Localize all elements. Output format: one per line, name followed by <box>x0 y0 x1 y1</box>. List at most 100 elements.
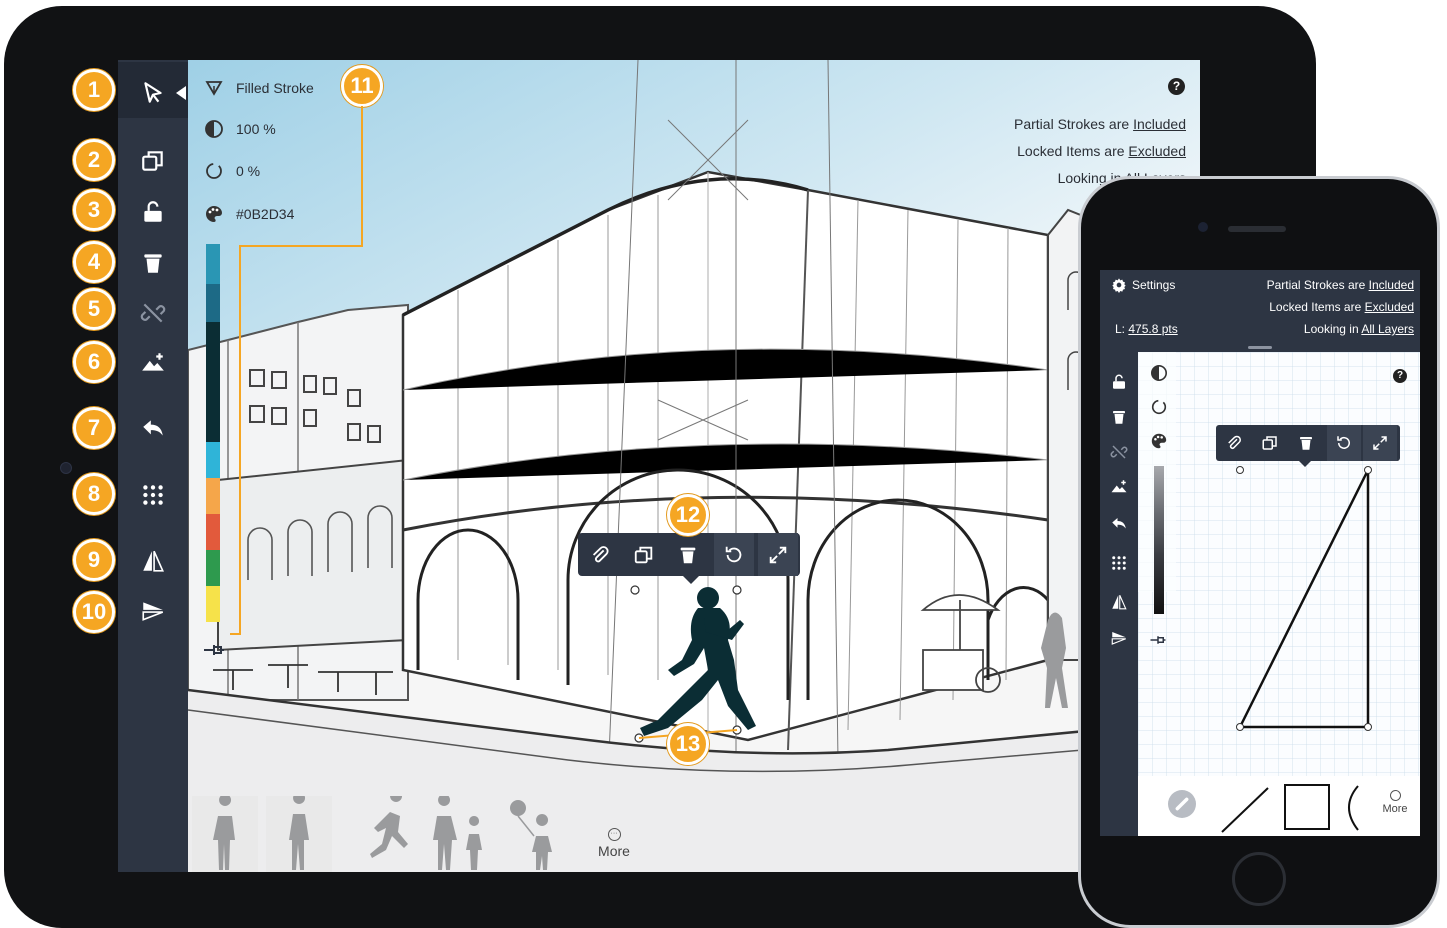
more-label: More <box>598 843 630 859</box>
iphone-settings-panel: Settings L: 475.8 pts Partial Strokes ar… <box>1100 270 1420 352</box>
callout-7: 7 <box>73 407 115 449</box>
select-icon[interactable] <box>138 78 168 108</box>
eraser-icon <box>1175 797 1189 811</box>
trash-icon[interactable] <box>138 248 168 278</box>
palette-icon[interactable] <box>1150 432 1168 450</box>
callout-8: 8 <box>73 473 115 515</box>
callout-9: 9 <box>73 539 115 581</box>
pin-icon[interactable] <box>1148 634 1168 646</box>
callout-3: 3 <box>73 189 115 231</box>
opacity-icon <box>205 120 223 138</box>
iphone-home-button[interactable] <box>1232 852 1286 906</box>
color-swatch[interactable] <box>206 478 220 514</box>
iphone-shape-tray: More <box>1138 776 1420 836</box>
iphone-left-toolbar <box>1100 352 1138 836</box>
palette-icon <box>206 206 222 222</box>
stroke-type-label: Filled Stroke <box>236 80 314 96</box>
opacity-icon[interactable] <box>1150 364 1168 382</box>
eraser-button[interactable] <box>1168 790 1196 818</box>
unlink-icon[interactable] <box>1109 442 1129 462</box>
iphone-gray-swatch-strip[interactable] <box>1154 466 1164 614</box>
locked-items-prefix: Locked Items are <box>1017 143 1129 159</box>
unlock-icon[interactable] <box>138 197 168 227</box>
partial-strokes-value[interactable]: Included <box>1133 116 1186 132</box>
unlock-icon[interactable] <box>1109 372 1129 392</box>
flip-horizontal-icon[interactable] <box>1109 592 1129 612</box>
callout-13: 13 <box>667 723 709 765</box>
color-swatch[interactable] <box>206 322 220 382</box>
callout-2: 2 <box>73 139 115 181</box>
color-swatch[interactable] <box>206 586 220 622</box>
iphone-grid-canvas[interactable] <box>1138 352 1420 776</box>
fill-layer-icon[interactable] <box>1109 477 1129 497</box>
iphone-looking-value[interactable]: All Layers <box>1361 322 1414 336</box>
locked-items-value[interactable]: Excluded <box>1128 143 1186 159</box>
arc-shape[interactable] <box>1338 780 1362 834</box>
iphone-more-button[interactable]: More <box>1378 790 1412 815</box>
color-swatch[interactable] <box>206 514 220 550</box>
expand-icon[interactable] <box>1363 425 1397 461</box>
left-toolbar <box>118 60 188 872</box>
color-swatch[interactable] <box>206 550 220 586</box>
paperclip-icon[interactable] <box>580 533 620 576</box>
locked-items-status: Locked Items are Excluded <box>1017 143 1186 159</box>
flip-horizontal-icon[interactable] <box>138 546 168 576</box>
flip-vertical-icon[interactable] <box>1109 628 1129 648</box>
trash-icon[interactable] <box>1289 425 1323 461</box>
partial-strokes-prefix: Partial Strokes are <box>1014 116 1134 132</box>
expand-icon[interactable] <box>758 533 798 576</box>
ellipsis-icon: ··· <box>607 828 621 841</box>
iphone-length-prefix: L: <box>1115 322 1129 336</box>
iphone-locked-value[interactable]: Excluded <box>1365 300 1414 314</box>
selected-tool-caret <box>176 86 186 100</box>
color-swatch-strip[interactable] <box>206 244 220 632</box>
help-button[interactable]: ? <box>1168 78 1185 95</box>
line-shape[interactable] <box>1218 780 1274 834</box>
iphone-partial-strokes: Partial Strokes are Included <box>1267 278 1414 292</box>
iphone-help-button[interactable]: ? <box>1393 369 1407 383</box>
stencil-running-person[interactable] <box>346 796 436 872</box>
grid-icon[interactable] <box>138 480 168 510</box>
undo-icon[interactable] <box>138 414 168 444</box>
smoothing-icon[interactable] <box>1150 398 1168 416</box>
ipad-camera <box>60 462 72 474</box>
fill-layer-icon[interactable] <box>138 348 168 378</box>
pin-icon[interactable] <box>202 642 226 658</box>
iphone-drag-handle[interactable] <box>1248 346 1272 349</box>
stencil-walking-person[interactable] <box>266 792 332 872</box>
grid-icon[interactable] <box>1109 553 1129 573</box>
callout-11-leader <box>230 106 363 635</box>
color-swatch[interactable] <box>206 284 220 322</box>
flip-vertical-icon[interactable] <box>138 596 168 626</box>
rectangle-shape[interactable] <box>1284 784 1330 830</box>
partial-strokes-status: Partial Strokes are Included <box>1014 116 1186 132</box>
trash-icon[interactable] <box>668 533 708 576</box>
unlink-icon[interactable] <box>138 298 168 328</box>
color-swatch[interactable] <box>206 382 220 442</box>
undo-icon[interactable] <box>1109 514 1129 534</box>
iphone-partial-value[interactable]: Included <box>1369 278 1414 292</box>
iphone-locked-items: Locked Items are Excluded <box>1269 300 1414 314</box>
stencil-family[interactable] <box>424 796 504 872</box>
rotate-icon[interactable] <box>1327 425 1361 461</box>
stencil-standing-person[interactable] <box>192 794 258 872</box>
color-swatch[interactable] <box>206 442 220 478</box>
iphone-settings-label[interactable]: Settings <box>1132 278 1175 292</box>
paperclip-icon[interactable] <box>1217 425 1251 461</box>
more-stencils-button[interactable]: ··· More <box>594 828 634 859</box>
color-swatch[interactable] <box>206 244 220 284</box>
gear-icon[interactable] <box>1111 277 1127 293</box>
duplicate-icon[interactable] <box>624 533 664 576</box>
callout-1: 1 <box>73 69 115 111</box>
stroke-type-row[interactable]: Filled Stroke <box>204 78 314 98</box>
iphone-speaker <box>1228 226 1286 232</box>
iphone-locked-prefix: Locked Items are <box>1269 300 1365 314</box>
duplicate-icon[interactable] <box>138 146 168 176</box>
callout-6: 6 <box>73 341 115 383</box>
iphone-length-value[interactable]: 475.8 pts <box>1128 322 1177 336</box>
duplicate-icon[interactable] <box>1253 425 1287 461</box>
stencil-child-balloon[interactable] <box>504 796 574 872</box>
trash-icon[interactable] <box>1109 407 1129 427</box>
rotate-icon[interactable] <box>714 533 754 576</box>
popup-tail <box>683 576 699 584</box>
